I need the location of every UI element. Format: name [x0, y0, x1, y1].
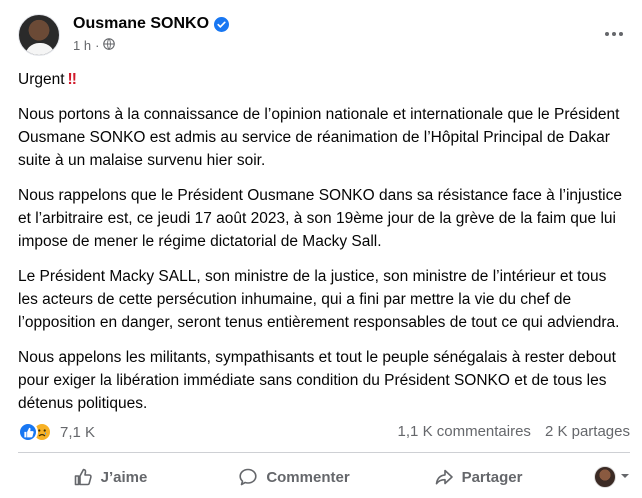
share-label: Partager — [461, 468, 523, 486]
urgent-label: Urgent — [18, 71, 65, 88]
reactions-summary[interactable]: 7,1 K — [18, 422, 95, 442]
author-name-row: Ousmane SONKO — [73, 15, 230, 33]
like-label: J’aime — [100, 468, 148, 486]
post-paragraph-1: Nous portons à la connaissance de l’opin… — [18, 106, 620, 169]
comment-bubble-icon — [238, 467, 258, 487]
like-reaction-icon — [18, 422, 38, 442]
urgent-line: Urgent !! — [18, 68, 630, 91]
engagement-counts: 1,1 K commentaires 2 K partages — [398, 423, 630, 440]
comment-label: Commenter — [266, 468, 350, 486]
post-paragraph-3: Le Président Macky SALL, son ministre de… — [18, 268, 620, 331]
shares-count[interactable]: 2 K partages — [545, 423, 630, 440]
post-time[interactable]: 1 h — [73, 38, 91, 53]
like-button[interactable]: J’aime — [18, 459, 202, 495]
comments-count[interactable]: 1,1 K commentaires — [398, 423, 531, 440]
chevron-down-icon — [620, 468, 630, 486]
share-button[interactable]: Partager — [386, 459, 570, 495]
profile-switcher-button[interactable] — [570, 466, 630, 488]
post-header: Ousmane SONKO 1 h · — [18, 14, 628, 58]
post-body: Urgent !! Nous portons à la connaissance… — [18, 68, 630, 427]
share-arrow-icon — [434, 467, 454, 487]
more-options-button[interactable] — [600, 22, 628, 46]
thumbs-up-icon — [73, 467, 93, 487]
reactions-count: 7,1 K — [60, 423, 96, 441]
separator-dot: · — [95, 38, 100, 53]
double-exclamation-icon: !! — [67, 71, 77, 88]
globe-icon — [103, 38, 116, 53]
post-paragraph-2: Nous rappelons que le Président Ousmane … — [18, 187, 622, 250]
comment-button[interactable]: Commenter — [202, 459, 386, 495]
post-actions-bar: J’aime Commenter Partager — [18, 458, 630, 496]
author-name[interactable]: Ousmane SONKO — [73, 15, 209, 33]
post-stats: 7,1 K 1,1 K commentaires 2 K partages — [18, 421, 630, 443]
verified-badge-icon — [214, 16, 230, 32]
post-paragraph-4: Nous appelons les militants, sympathisan… — [18, 349, 616, 412]
user-avatar — [594, 466, 616, 488]
post-meta: 1 h · — [73, 38, 116, 53]
actions-divider — [18, 452, 630, 453]
author-avatar[interactable] — [18, 14, 60, 56]
